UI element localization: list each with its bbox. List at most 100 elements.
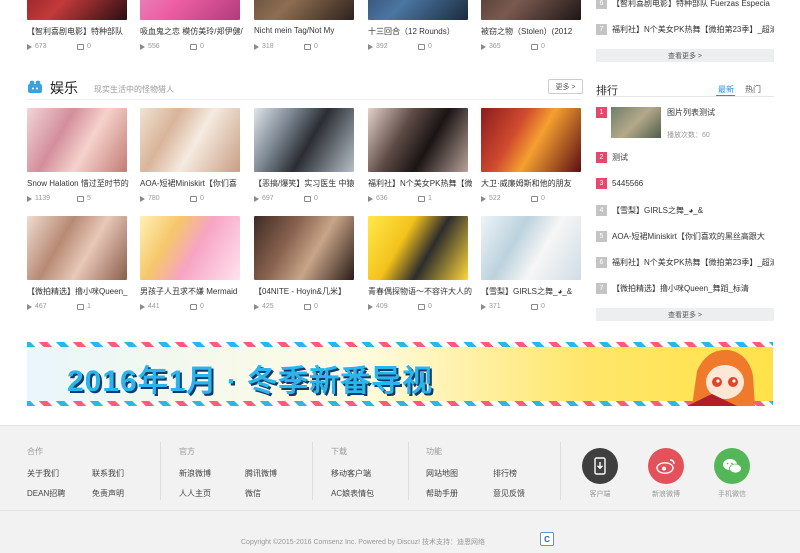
footer-link[interactable]: DEAN招聘 <box>27 488 65 499</box>
comment-icon <box>77 303 84 310</box>
play-count: 425 <box>254 303 274 310</box>
footer-link[interactable]: 帮助手册 <box>426 488 458 499</box>
ranking-item[interactable]: 5 AOA-短裙Miniskirt【你们喜欢的黑丝高跟大 <box>596 229 774 243</box>
rank-number: 4 <box>596 204 607 216</box>
wechat-button[interactable] <box>714 448 750 484</box>
anime-character-illustration <box>687 346 757 406</box>
ranking-item[interactable]: 7 福利社】N个美女PK热舞【微拍第23季】_超清 <box>596 22 774 36</box>
video-thumbnail[interactable] <box>481 216 581 280</box>
video-thumbnail[interactable] <box>140 216 240 280</box>
video-title[interactable]: Snow Halation 惜过至时节的 <box>27 178 131 189</box>
video-thumbnail[interactable] <box>140 0 240 20</box>
footer-link[interactable]: 移动客户端 <box>331 468 371 479</box>
rank-number: 7 <box>596 23 607 35</box>
ranking-item[interactable]: 7 【微拍精选】撸小咪Queen_舞蹈_标清 <box>596 281 774 295</box>
video-thumbnail[interactable] <box>27 0 127 20</box>
footer-link[interactable]: 腾讯微博 <box>245 468 277 479</box>
comment-icon <box>418 195 425 202</box>
play-icon <box>254 43 259 50</box>
video-title[interactable]: 大卫·威廉姆斯和他的朋友 <box>481 178 585 189</box>
rank-number: 5 <box>596 230 607 242</box>
weibo-button[interactable] <box>648 448 684 484</box>
video-title[interactable]: 【04NITE - Hoyin&几米】 <box>254 286 358 297</box>
rank-number: 3 <box>596 177 607 189</box>
video-thumbnail[interactable] <box>481 108 581 172</box>
play-icon <box>481 43 486 50</box>
featured-title[interactable]: 图片列表测试 <box>667 107 715 118</box>
view-more-button[interactable]: 查看更多 > <box>596 49 774 62</box>
winter-anime-banner[interactable]: 2016年1月 · 冬季新番导视 <box>27 342 773 406</box>
video-title[interactable]: 【恶搞/爆笑】实习医生 中猿 <box>254 178 358 189</box>
more-button[interactable]: 更多 > <box>548 79 583 94</box>
divider <box>27 99 582 100</box>
ranking-item-title: 【雪梨】GIRLS之舞_◕_& <box>612 205 704 215</box>
play-icon <box>27 43 32 50</box>
video-thumbnail[interactable] <box>368 108 468 172</box>
tab-hot[interactable]: 热门 <box>745 84 761 95</box>
video-thumbnail[interactable] <box>27 216 127 280</box>
footer-link[interactable]: 免责声明 <box>92 488 124 499</box>
weibo-icon <box>656 459 675 474</box>
banner-stripe <box>27 401 773 406</box>
ranking-item[interactable]: 4 【雪梨】GIRLS之舞_◕_& <box>596 203 774 217</box>
view-more-button[interactable]: 查看更多 > <box>596 308 774 321</box>
video-title[interactable]: 【微拍精选】撸小咪Queen_ <box>27 286 131 297</box>
tab-latest[interactable]: 最新 <box>718 84 734 95</box>
footer-link[interactable]: AC娘表情包 <box>331 488 374 499</box>
video-thumbnail[interactable] <box>368 216 468 280</box>
video-title[interactable]: AOA-短裙Miniskirt【你们喜 <box>140 178 244 189</box>
comment-icon <box>418 303 425 310</box>
video-thumbnail[interactable] <box>254 108 354 172</box>
video-title[interactable]: 青春偶探物语～不容许大人的 <box>368 286 472 297</box>
comment-count: 0 <box>304 195 318 202</box>
video-title[interactable]: 男孩子人丑求不嫌 Mermaid <box>140 286 244 297</box>
video-thumbnail[interactable] <box>254 216 354 280</box>
footer-link[interactable]: 网站地图 <box>426 468 458 479</box>
comment-icon <box>304 43 311 50</box>
play-count: 556 <box>140 43 160 50</box>
footer-link[interactable]: 排行榜 <box>493 468 517 479</box>
footer-link[interactable]: 新浪微博 <box>179 468 211 479</box>
comment-count: 0 <box>418 303 432 310</box>
mobile-phone-icon <box>594 457 606 475</box>
video-title[interactable]: 【雪梨】GIRLS之舞_◕_& <box>481 286 585 297</box>
client-app-button[interactable] <box>582 448 618 484</box>
ranking-item[interactable]: 6 【智利喜剧电影】特种部队 Fuerzas Especia <box>596 0 774 10</box>
ranking-item[interactable]: 3 5445566 <box>596 176 774 190</box>
video-thumbnail[interactable] <box>140 108 240 172</box>
play-count: 318 <box>254 43 274 50</box>
video-title[interactable]: 被窃之物（Stolen）(2012 <box>481 26 585 37</box>
play-count: 673 <box>27 43 47 50</box>
divider <box>312 442 313 500</box>
ranking-item-title: 福利社】N个美女PK热舞【微拍第23季】_超清 <box>612 24 774 34</box>
rank-number: 6 <box>596 0 607 9</box>
video-title[interactable]: 【智利喜剧电影】特种部队 <box>27 26 131 37</box>
copyright-text: Copyright ©2015-2016 Comsenz Inc. Powere… <box>241 539 486 546</box>
video-thumbnail[interactable] <box>254 0 354 20</box>
video-thumbnail[interactable] <box>481 0 581 20</box>
video-thumbnail[interactable] <box>27 108 127 172</box>
rank-number: 1 <box>596 107 607 118</box>
comment-count: 0 <box>531 303 545 310</box>
divider <box>160 442 161 500</box>
ranking-item[interactable]: 2 测试 <box>596 150 774 164</box>
ranking-item[interactable]: 6 福利社】N个美女PK热舞【微拍第23季】_超清 <box>596 255 774 269</box>
play-icon <box>27 195 32 202</box>
footer-link[interactable]: 联系我们 <box>92 468 124 479</box>
video-title[interactable]: Nicht mein Tag/Not My <box>254 26 358 35</box>
video-title[interactable]: 吸血鬼之恋 模仿美玲/郑伊健/ <box>140 26 244 37</box>
video-thumbnail[interactable] <box>368 0 468 20</box>
footer-link[interactable]: 人人主页 <box>179 488 211 499</box>
footer-link[interactable]: 微信 <box>245 488 261 499</box>
video-title[interactable]: 福利社】N个美女PK热舞【微 <box>368 178 472 189</box>
comment-count: 0 <box>418 43 432 50</box>
play-icon <box>368 195 373 202</box>
featured-thumbnail[interactable] <box>611 107 661 138</box>
video-title[interactable]: 十三回合（12 Rounds） <box>368 26 472 37</box>
footer-link[interactable]: 关于我们 <box>27 468 59 479</box>
footer-link[interactable]: 意见反馈 <box>493 488 525 499</box>
rank-number: 6 <box>596 256 607 268</box>
comment-icon <box>190 303 197 310</box>
play-count: 392 <box>368 43 388 50</box>
discuz-logo-icon[interactable]: C <box>540 532 554 546</box>
